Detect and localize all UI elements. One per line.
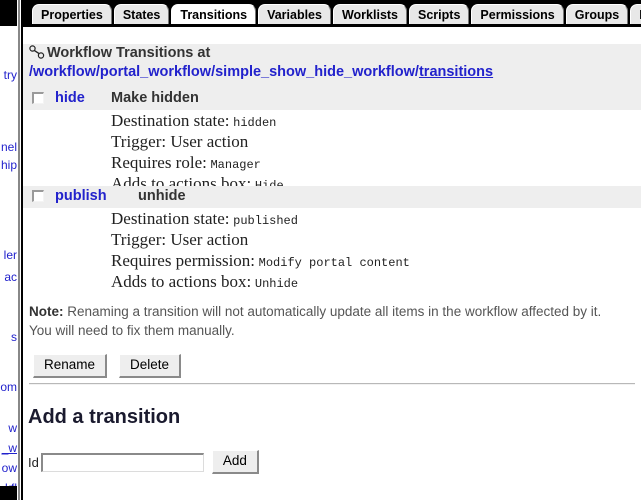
sidebar-link-fragment[interactable]: s xyxy=(11,330,17,344)
detail-label: Requires permission: xyxy=(111,251,256,270)
transition-title: unhide xyxy=(138,188,186,204)
transition-detail-row: Destination state: hidden xyxy=(111,110,631,131)
sidebar-link-fragment[interactable]: nel xyxy=(1,140,17,154)
page-header-band: Workflow Transitions at /workflow/portal… xyxy=(23,44,641,88)
add-transition-heading: Add a transition xyxy=(28,406,181,428)
transition-title: Make hidden xyxy=(111,90,199,106)
chain-link-icon xyxy=(29,45,45,59)
id-field-label: Id xyxy=(28,454,39,470)
gutter-rule-gray xyxy=(18,0,20,500)
delete-button[interactable]: Delete xyxy=(119,354,182,378)
tab-label: States xyxy=(122,8,161,22)
detail-label: Requires role: xyxy=(111,153,207,172)
transition-id-link[interactable]: hide xyxy=(55,90,85,106)
sidebar-link-fragment[interactable]: try xyxy=(4,68,17,82)
detail-value: hidden xyxy=(233,116,277,130)
transition-details-publish: Destination state: published Trigger: Use… xyxy=(111,208,631,292)
detail-value: Manager xyxy=(210,158,261,172)
page-title: Workflow Transitions at xyxy=(29,45,210,61)
tab-label: Worklists xyxy=(341,8,399,22)
detail-label: Destination state: xyxy=(111,209,230,228)
transition-checkbox[interactable] xyxy=(32,190,44,202)
content-pane: Properties States Transitions Variables Work… xyxy=(23,0,641,500)
transition-header-hide: hide Make hidden xyxy=(23,88,641,110)
rename-button[interactable]: Rename xyxy=(33,354,108,378)
sidebar-link-fragment[interactable]: om xyxy=(0,380,17,394)
tab-label: Groups xyxy=(574,8,620,22)
detail-value: Unhide xyxy=(254,277,299,291)
detail-value: Modify portal content xyxy=(258,256,410,270)
action-button-row: Rename Delete xyxy=(33,354,193,378)
transition-id-input[interactable] xyxy=(40,452,204,472)
tab-label: Variables xyxy=(267,8,322,22)
detail-value: published xyxy=(233,214,298,228)
tab-permissions[interactable]: Permissions xyxy=(471,4,564,24)
transition-detail-row: Trigger: User action xyxy=(111,229,631,250)
detail-label: Trigger: User action xyxy=(111,230,249,249)
tab-variables[interactable]: Variables xyxy=(258,4,331,24)
detail-label: Trigger: User action xyxy=(111,132,249,151)
tab-scripts[interactable]: Scripts xyxy=(409,4,470,24)
tab-label: Scripts xyxy=(418,8,461,22)
add-transition-form: Id Add xyxy=(28,450,259,474)
sidebar-top-black-bar xyxy=(0,0,17,26)
tab-worklists[interactable]: Worklists xyxy=(332,4,408,24)
transition-checkbox[interactable] xyxy=(32,92,44,104)
sidebar-link-fragment[interactable]: ow xyxy=(2,461,17,475)
detail-label: Destination state: xyxy=(111,111,230,130)
breadcrumb-path: /workflow/portal_workflow/simple_show_hi… xyxy=(29,64,493,80)
add-button[interactable]: Add xyxy=(211,450,259,474)
clipped-sidebar-column: trynelhipleracsomw_wowkfl xyxy=(0,0,17,500)
tab-label: Permissions xyxy=(480,8,555,22)
transition-header-publish: publish unhide xyxy=(23,186,641,208)
section-divider xyxy=(29,383,635,385)
note-text: Note: Renaming a transition will not aut… xyxy=(29,302,609,340)
breadcrumb-prefix: /workflow/portal_workflow/simple_show_hi… xyxy=(29,64,419,80)
transition-detail-row: Requires permission: Modify portal conte… xyxy=(111,250,631,271)
transition-detail-row: Adds to actions box: Unhide xyxy=(111,271,631,292)
transition-id-link[interactable]: publish xyxy=(55,188,107,204)
note-body: Renaming a transition will not automatic… xyxy=(29,304,602,338)
sidebar-link-fragment[interactable]: w xyxy=(8,421,17,435)
breadcrumb-leaf-link[interactable]: transitions xyxy=(419,64,493,80)
sidebar-link-fragment[interactable]: ler xyxy=(4,248,17,262)
tab-label: Transitions xyxy=(180,8,248,22)
tab-states[interactable]: States xyxy=(113,4,170,24)
tab-doc[interactable]: Doc xyxy=(630,4,641,24)
transition-detail-row: Requires role: Manager xyxy=(111,152,631,173)
tab-transitions[interactable]: Transitions xyxy=(171,4,257,24)
tab-properties[interactable]: Properties xyxy=(32,4,112,24)
tab-groups[interactable]: Groups xyxy=(565,4,629,24)
tab-label: Properties xyxy=(41,8,103,22)
sidebar-link-fragment[interactable]: hip xyxy=(1,158,17,172)
transition-detail-row: Destination state: published xyxy=(111,208,631,229)
note-label: Note: xyxy=(29,304,64,319)
sidebar-link-fragment[interactable]: _w xyxy=(2,441,17,455)
detail-label: Adds to actions box: xyxy=(111,272,252,291)
tab-bar-underlay xyxy=(23,27,641,44)
sidebar-bottom-black-bar xyxy=(0,486,17,500)
tab-bar: Properties States Transitions Variables Work… xyxy=(23,0,641,27)
sidebar-link-fragment[interactable]: ac xyxy=(4,270,17,284)
transition-details-hide: Destination state: hidden Trigger: User a… xyxy=(111,110,631,194)
transition-detail-row: Trigger: User action xyxy=(111,131,631,152)
workflow-transitions-page: trynelhipleracsomw_wowkfl PropertiesStat… xyxy=(0,0,641,500)
page-title-text: Workflow Transitions at xyxy=(47,45,211,61)
